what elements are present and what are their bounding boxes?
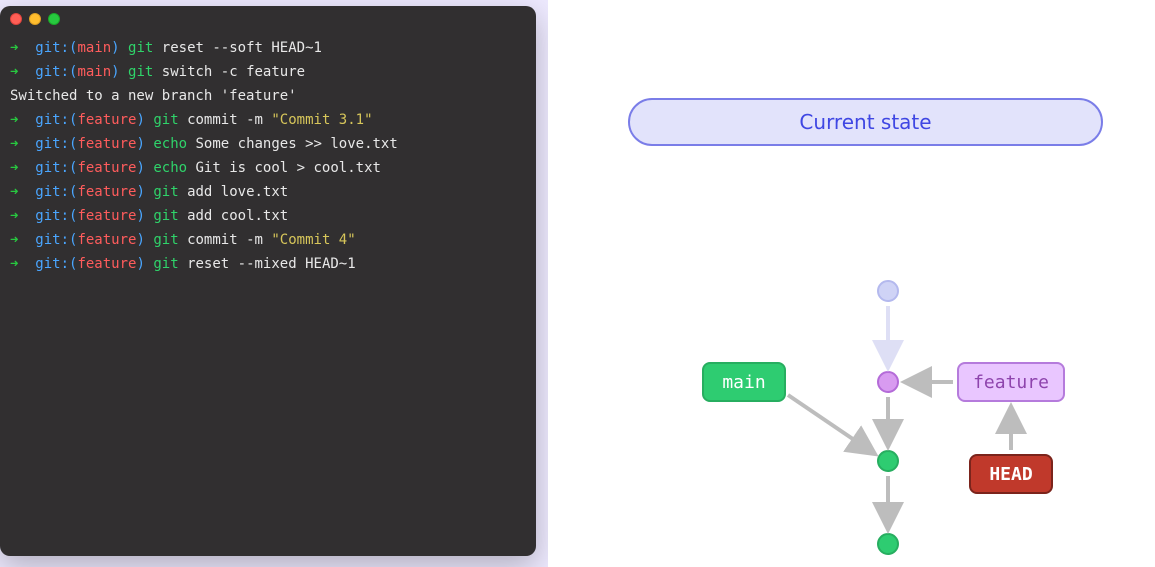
diagram-arrows	[548, 0, 1155, 567]
minimize-icon[interactable]	[29, 13, 41, 25]
commit-node-green-2	[877, 533, 899, 555]
commit-node-green-1	[877, 450, 899, 472]
left-panel: ➜ git:(main) git reset --soft HEAD~1➜ gi…	[0, 0, 548, 567]
branch-label-main: main	[702, 362, 786, 402]
commit-node-purple	[877, 371, 899, 393]
state-title: Current state	[628, 98, 1103, 146]
diagram-panel: Current state main feature HEAD	[548, 0, 1155, 567]
window-titlebar	[0, 6, 536, 32]
head-label: HEAD	[969, 454, 1053, 494]
commit-node-faded	[877, 280, 899, 302]
close-icon[interactable]	[10, 13, 22, 25]
zoom-icon[interactable]	[48, 13, 60, 25]
terminal-window: ➜ git:(main) git reset --soft HEAD~1➜ gi…	[0, 6, 536, 556]
terminal-body: ➜ git:(main) git reset --soft HEAD~1➜ gi…	[0, 32, 536, 286]
branch-label-feature: feature	[957, 362, 1065, 402]
